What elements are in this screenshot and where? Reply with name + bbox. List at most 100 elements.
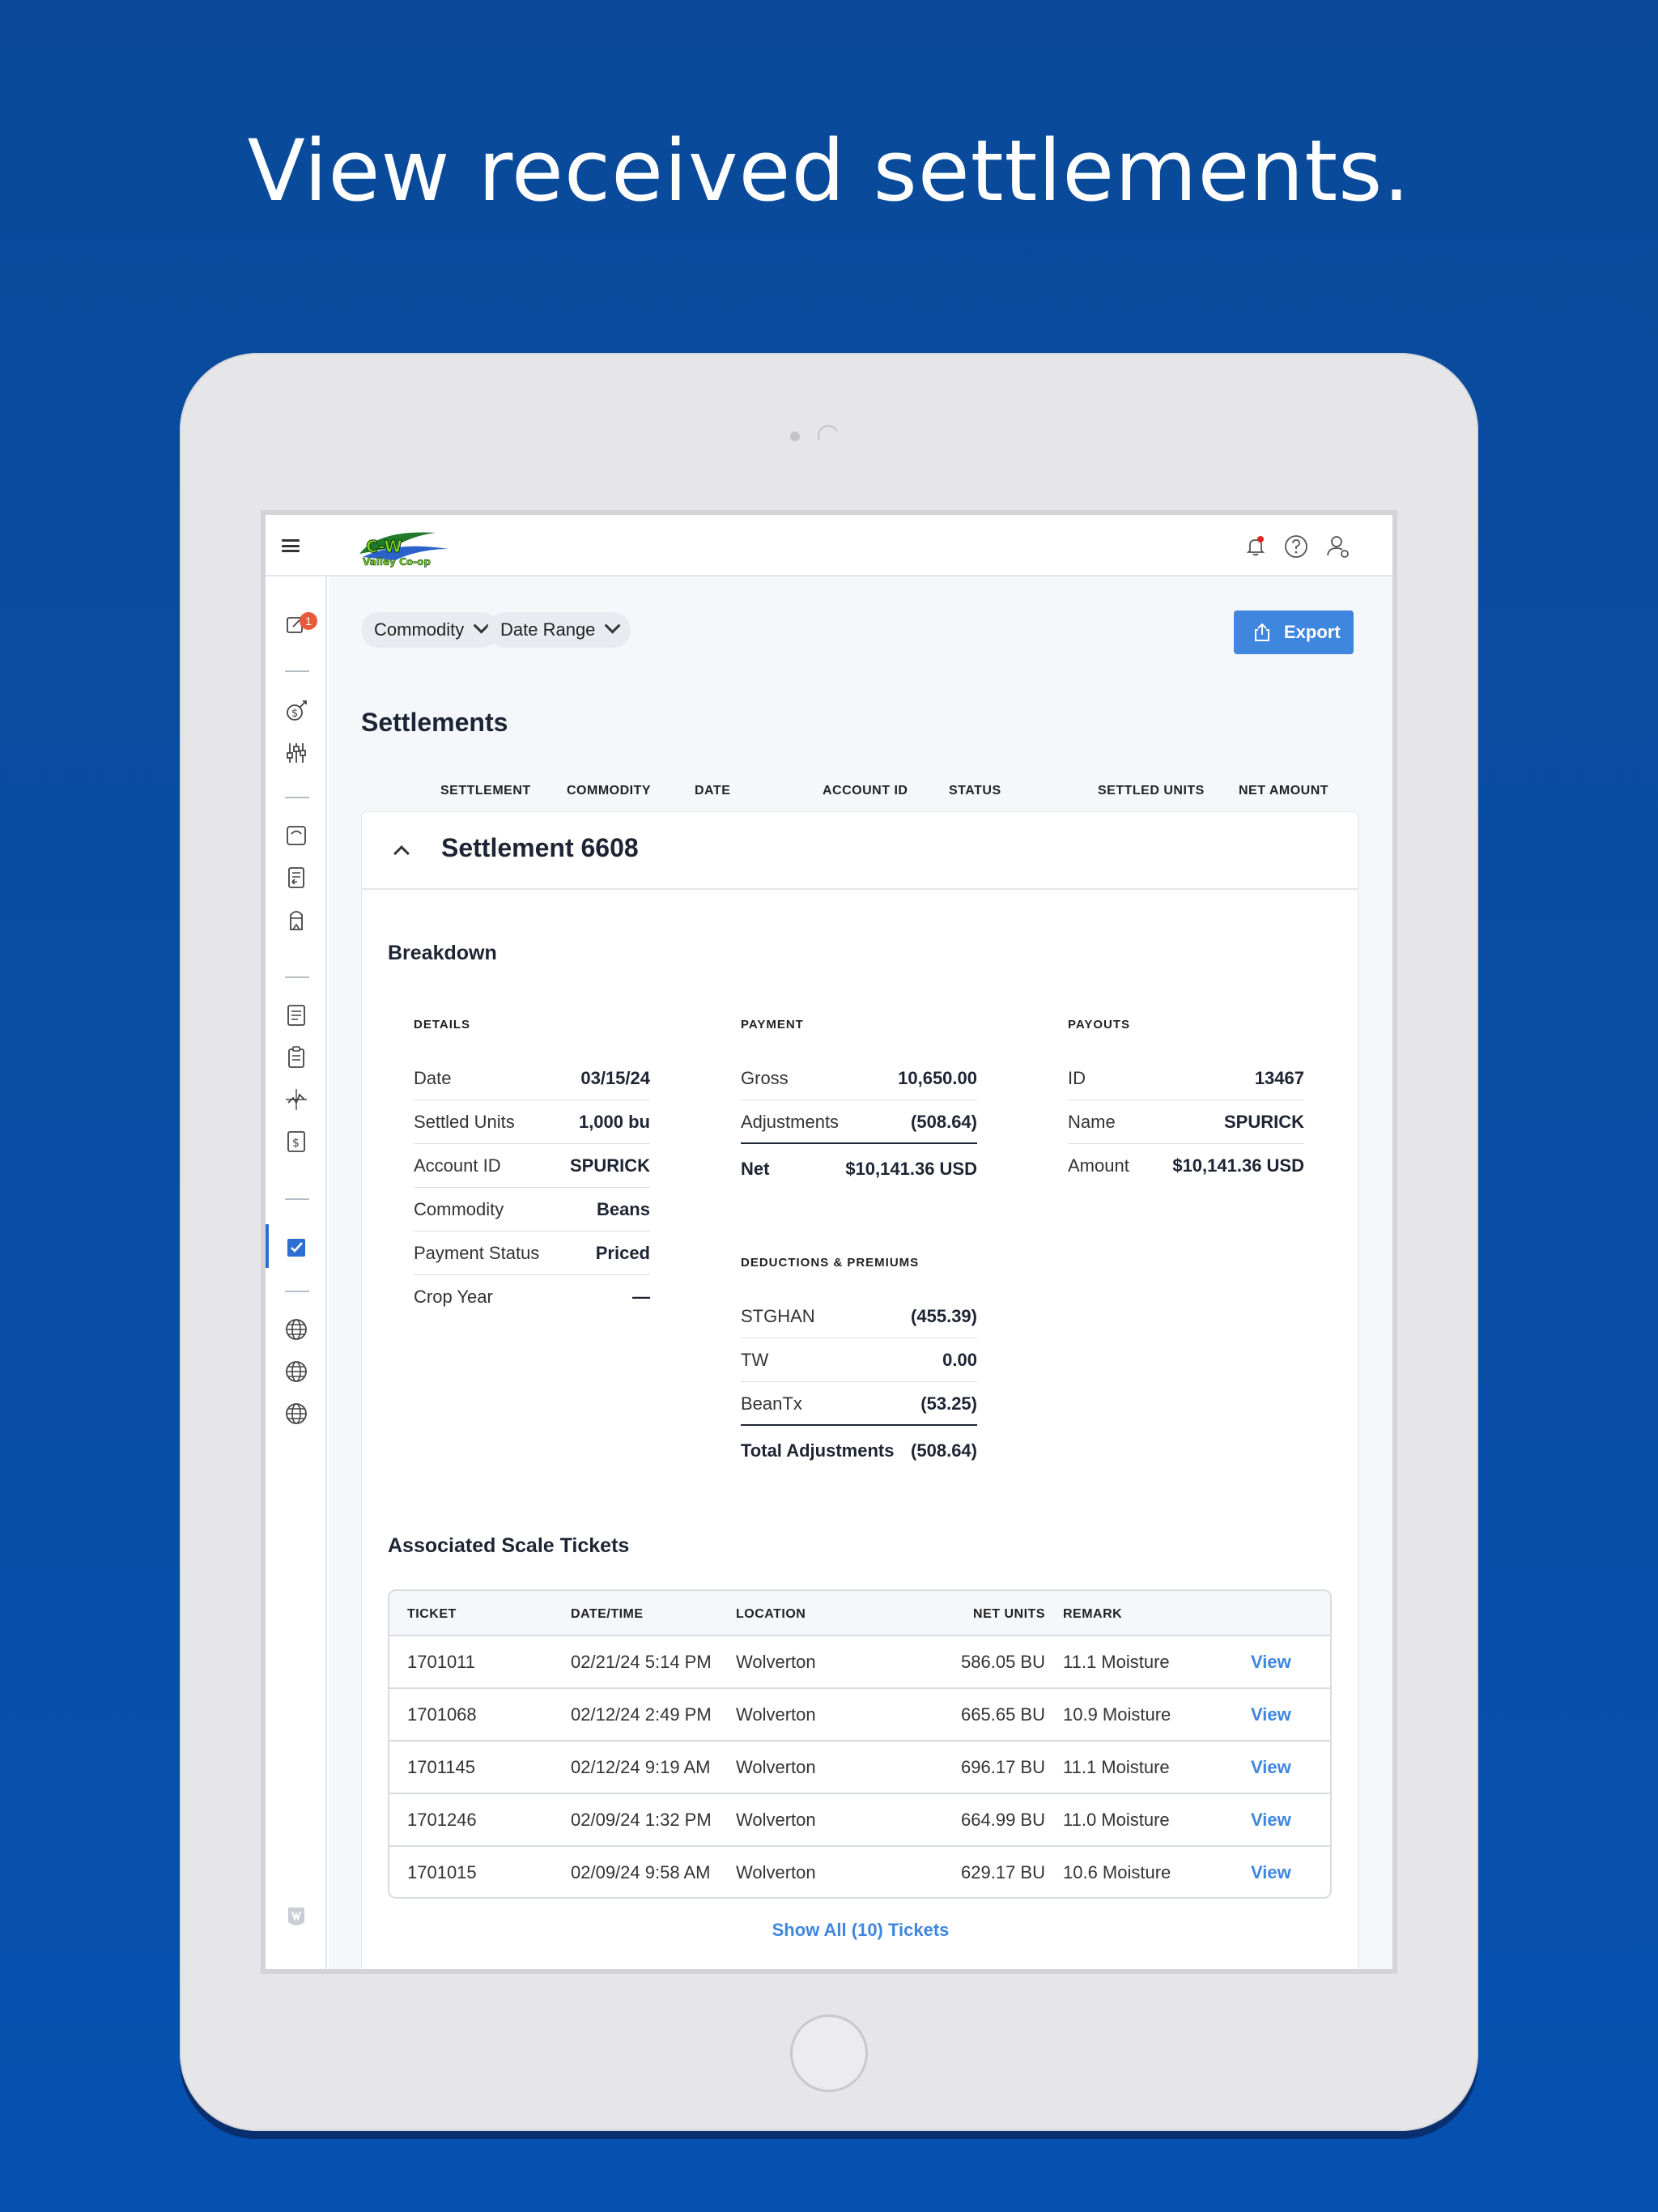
main-content: Commodity Date Range Export Settlements … (329, 576, 1392, 1969)
payment-value: (508.64) (911, 1112, 977, 1132)
ticket-net-units: 696.17 BU (961, 1757, 1045, 1777)
user-settings-icon[interactable] (1324, 533, 1352, 560)
detail-key: Account ID (414, 1155, 501, 1176)
ticket-id: 1701068 (407, 1704, 477, 1725)
top-bar: C-W Valley Co-op (266, 515, 1392, 576)
ticket-row: 1701068 02/12/24 2:49 PM Wolverton 665.6… (389, 1689, 1330, 1742)
detail-value: 1,000 bu (578, 1112, 650, 1132)
receipt-icon[interactable] (283, 1002, 309, 1028)
clipboard-icon[interactable] (283, 1044, 309, 1070)
ticket-datetime: 02/09/24 1:32 PM (571, 1810, 712, 1830)
deduction-key: Total Adjustments (741, 1440, 895, 1461)
column-header[interactable]: NET AMOUNT (1239, 784, 1329, 798)
view-ticket-link[interactable]: View (1251, 1742, 1291, 1793)
menu-icon[interactable] (282, 539, 300, 552)
ticket-row: 1701246 02/09/24 1:32 PM Wolverton 664.9… (389, 1794, 1330, 1847)
deductions-label: DEDUCTIONS & PREMIUMS (741, 1256, 920, 1270)
company-logo: C-W Valley Co-op (359, 532, 449, 568)
payment-key: Net (741, 1159, 770, 1179)
date-range-filter-label: Date Range (500, 619, 596, 640)
ticket-datetime: 02/21/24 5:14 PM (571, 1652, 712, 1672)
app-screen: C-W Valley Co-op 1 $ $ Commodity Date Ra… (261, 510, 1397, 1974)
detail-value: SPURICK (569, 1155, 650, 1176)
camera-dot (790, 432, 800, 441)
breakdown-title: Breakdown (388, 942, 497, 964)
ticket-row: 1701015 02/09/24 9:58 AM Wolverton 629.1… (389, 1847, 1330, 1897)
date-range-filter[interactable]: Date Range (487, 612, 631, 648)
deduction-key: TW (741, 1350, 769, 1370)
sidebar: 1 $ $ (266, 576, 327, 1969)
trend-icon[interactable] (283, 1087, 309, 1112)
deduction-key: STGHAN (741, 1306, 815, 1326)
commodity-filter[interactable]: Commodity (361, 612, 500, 648)
sliders-icon[interactable] (283, 740, 309, 766)
svg-text:$: $ (292, 1137, 300, 1150)
export-button[interactable]: Export (1234, 610, 1354, 654)
ticket-datetime: 02/12/24 2:49 PM (571, 1704, 712, 1725)
payment-key: Adjustments (741, 1112, 840, 1132)
home-button[interactable] (790, 2014, 868, 2092)
payout-key: Name (1068, 1112, 1116, 1132)
settlements-icon[interactable] (283, 1234, 309, 1260)
detail-row: Commodity Beans (414, 1188, 650, 1231)
detail-value: 03/15/24 (580, 1068, 650, 1088)
payout-value: $10,141.36 USD (1172, 1155, 1304, 1176)
bell-icon[interactable] (1242, 533, 1269, 560)
column-header[interactable]: COMMODITY (567, 784, 651, 798)
show-all-tickets-link[interactable]: Show All (10) Tickets (362, 1920, 1359, 1941)
sidebar-divider (285, 797, 309, 798)
settlement-card-header[interactable]: Settlement 6608 (362, 812, 1358, 890)
detail-key: Payment Status (414, 1243, 540, 1263)
payout-key: Amount (1068, 1155, 1129, 1176)
deduction-key: BeanTx (741, 1393, 802, 1414)
column-header[interactable]: DATE (695, 784, 730, 798)
globe-icon[interactable] (283, 1401, 309, 1427)
ticket-id: 1701015 (407, 1862, 477, 1882)
ticket-net-units: 664.99 BU (961, 1810, 1045, 1830)
scale-icon[interactable] (283, 823, 309, 849)
detail-key: Commodity (414, 1199, 504, 1219)
ticket-row: 1701145 02/12/24 9:19 AM Wolverton 696.1… (389, 1742, 1330, 1794)
payout-row: Name SPURICK (1068, 1100, 1304, 1144)
detail-key: Crop Year (414, 1287, 493, 1307)
view-ticket-link[interactable]: View (1251, 1794, 1291, 1845)
view-ticket-link[interactable]: View (1251, 1636, 1291, 1687)
detail-row: Settled Units 1,000 bu (414, 1100, 650, 1144)
column-header[interactable]: ACCOUNT ID (823, 784, 908, 798)
money-target-icon[interactable]: $ (283, 698, 309, 724)
ticket-net-units: 586.05 BU (961, 1652, 1045, 1672)
ticket-remark: 10.9 Moisture (1063, 1704, 1171, 1725)
globe-icon[interactable] (283, 1317, 309, 1342)
chevron-up-icon[interactable] (393, 845, 410, 861)
detail-row: Crop Year — (414, 1275, 650, 1319)
payment-row: Gross 10,650.00 (741, 1057, 977, 1100)
help-icon[interactable] (1282, 533, 1310, 560)
silo-icon[interactable] (283, 907, 309, 933)
payment-row: Adjustments (508.64) (741, 1100, 977, 1144)
active-indicator (266, 1224, 269, 1268)
payment-icon[interactable]: $ (283, 1129, 309, 1155)
ticket-location: Wolverton (736, 1862, 816, 1882)
ticket-location: Wolverton (736, 1704, 816, 1725)
column-header[interactable]: SETTLEMENT (440, 784, 531, 798)
column-header[interactable]: SETTLED UNITS (1098, 784, 1205, 798)
deduction-row: BeanTx (53.25) (741, 1382, 977, 1426)
commodity-filter-label: Commodity (374, 619, 465, 640)
detail-value: Priced (595, 1243, 650, 1263)
ticket-transfer-icon[interactable] (283, 865, 309, 891)
remark-column-header: REMARK (1063, 1607, 1123, 1621)
globe-icon[interactable] (283, 1359, 309, 1385)
column-header[interactable]: STATUS (949, 784, 1001, 798)
tablet-frame: C-W Valley Co-op 1 $ $ Commodity Date Ra… (180, 353, 1478, 2131)
ticket-net-units: 665.65 BU (961, 1704, 1045, 1725)
detail-row: Account ID SPURICK (414, 1144, 650, 1188)
camera-lens (814, 422, 842, 449)
ticket-remark: 10.6 Moisture (1063, 1862, 1171, 1882)
ticket-datetime: 02/12/24 9:19 AM (571, 1757, 711, 1777)
view-ticket-link[interactable]: View (1251, 1847, 1291, 1897)
view-ticket-link[interactable]: View (1251, 1689, 1291, 1740)
payment-value: $10,141.36 USD (845, 1159, 977, 1179)
payout-value: 13467 (1254, 1068, 1304, 1088)
page-title: Settlements (361, 708, 508, 737)
ticket-location: Wolverton (736, 1757, 816, 1777)
